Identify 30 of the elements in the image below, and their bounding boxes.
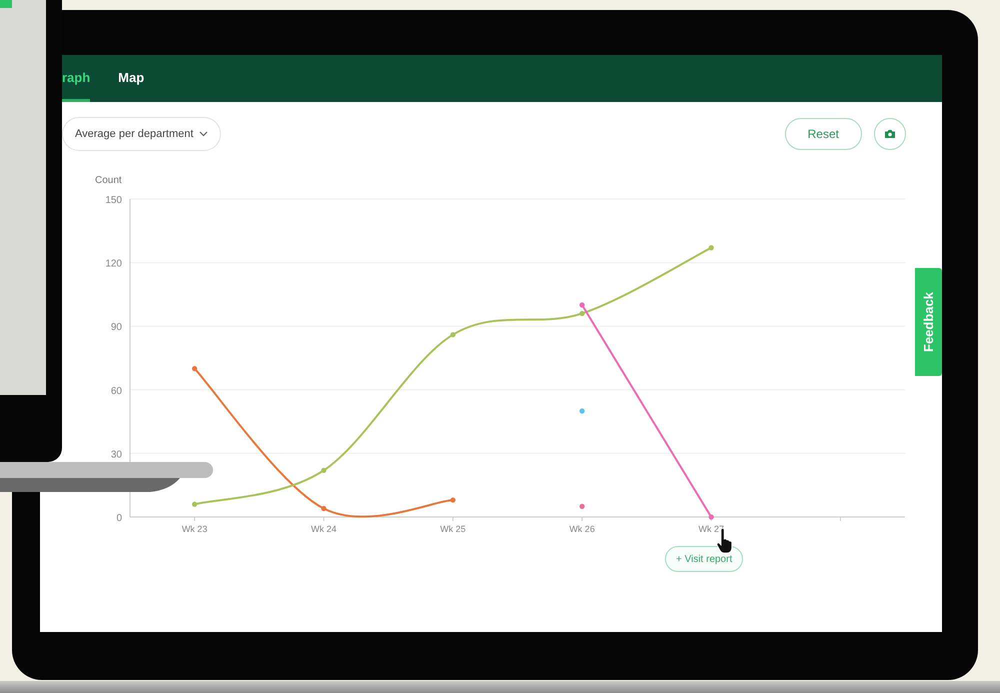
y-tick-label: 120 xyxy=(105,258,122,270)
camera-button[interactable] xyxy=(874,118,906,150)
tab[interactable]: Map xyxy=(118,55,144,102)
x-tick-label: Wk 24 xyxy=(311,524,336,534)
x-tick-label: Wk 25 xyxy=(440,524,466,534)
data-point xyxy=(321,468,326,473)
visit-report-button[interactable]: + Visit report xyxy=(665,546,744,572)
data-point xyxy=(321,506,326,512)
data-point xyxy=(450,332,456,338)
camera-icon xyxy=(884,129,896,139)
data-point xyxy=(450,497,456,503)
y-tick-label: 90 xyxy=(110,322,122,334)
chevron-down-icon xyxy=(199,131,208,137)
data-point xyxy=(579,408,585,414)
y-axis-title: Count xyxy=(95,175,122,186)
y-tick-label: 150 xyxy=(105,195,122,206)
data-point xyxy=(579,310,585,316)
data-point xyxy=(579,302,585,308)
data-point xyxy=(708,245,714,250)
reset-button[interactable]: Reset xyxy=(784,118,862,150)
x-tick-label: Wk 23 xyxy=(182,524,208,534)
data-point xyxy=(579,504,585,509)
y-tick-label: 60 xyxy=(110,386,122,397)
x-tick-label: Wk 26 xyxy=(569,524,595,534)
y-tick-label: 0 xyxy=(116,513,122,524)
data-point xyxy=(192,502,198,507)
aggregation-dropdown[interactable]: Average per department xyxy=(62,117,222,151)
data-point xyxy=(708,514,714,520)
data-point xyxy=(192,366,198,372)
y-tick-label: 30 xyxy=(110,449,122,460)
